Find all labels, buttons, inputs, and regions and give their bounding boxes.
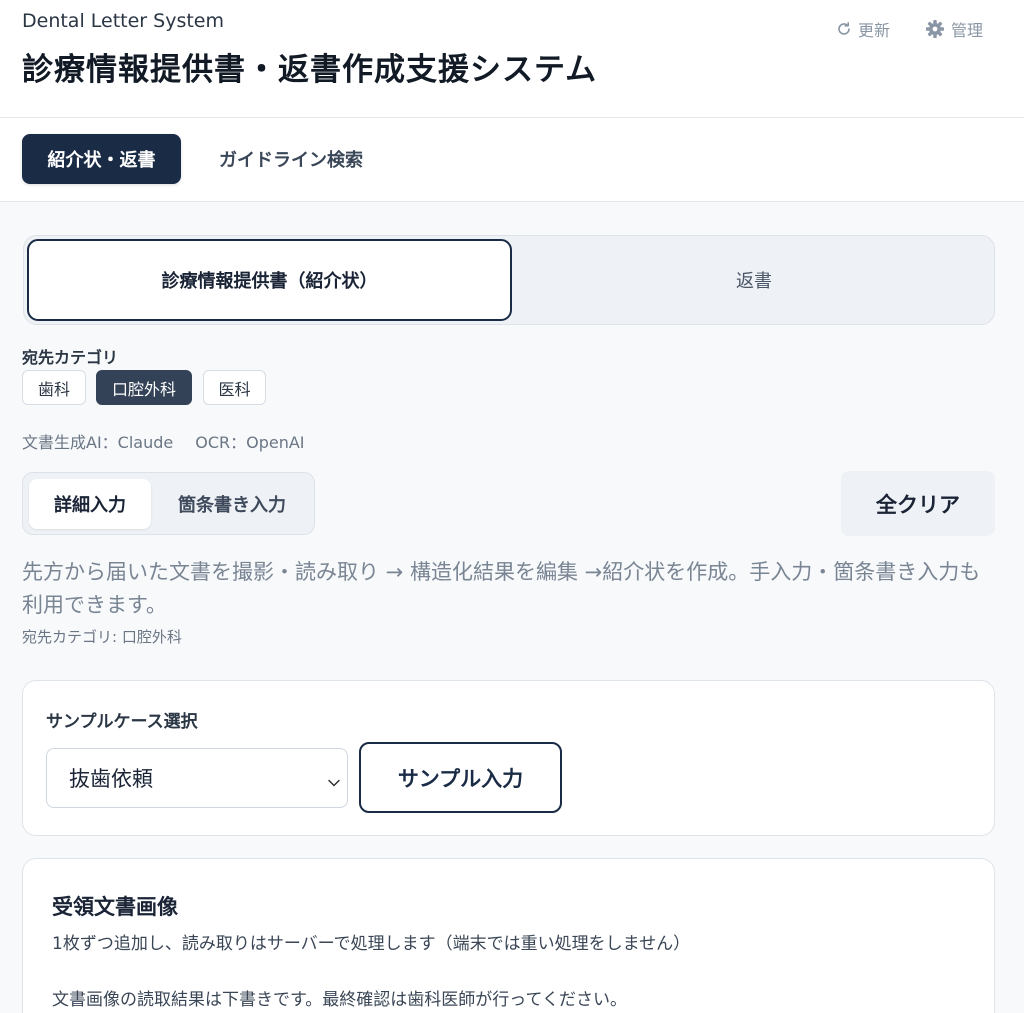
sample-case-select[interactable]: 抜歯依頼	[46, 748, 348, 808]
sample-case-value: 抜歯依頼	[69, 767, 153, 791]
received-images-title: 受領文書画像	[52, 895, 178, 919]
app-subtitle: Dental Letter System	[22, 10, 225, 32]
main-nav: 紹介状・返書 ガイドライン検索	[0, 118, 1024, 202]
gear-icon	[925, 19, 945, 39]
chevron-down-icon	[327, 771, 341, 795]
workflow-description: 先方から届いた文書を撮影・読み取り → 構造化結果を編集 →紹介状を作成。手入力…	[22, 560, 981, 617]
mode-bullets[interactable]: 箇条書き入力	[157, 479, 307, 529]
mode-detailed[interactable]: 詳細入力	[29, 479, 151, 529]
chip-medical[interactable]: 医科	[203, 370, 266, 405]
sample-case-card: サンプルケース選択 抜歯依頼 サンプル入力	[22, 680, 995, 836]
destination-category-label: 宛先カテゴリ	[22, 348, 119, 367]
document-type-toggle: 診療情報提供書（紹介状） 返書	[23, 235, 995, 325]
doc-type-reply[interactable]: 返書	[514, 239, 994, 321]
clear-all-button[interactable]: 全クリア	[841, 471, 995, 536]
doc-ai-engine: 文書生成AI：Claude	[22, 433, 174, 452]
ocr-disclaimer: 文書画像の読取結果は下書きです。最終確認は歯科医師が行ってください。	[52, 990, 627, 1010]
refresh-button[interactable]: 更新	[836, 16, 890, 42]
engine-info: 文書生成AI：Claude OCR：OpenAI	[22, 429, 305, 453]
tab-letters[interactable]: 紹介状・返書	[22, 134, 181, 184]
refresh-label: 更新	[858, 21, 891, 40]
received-images-note: 1枚ずつ追加し、読み取りはサーバーで処理します（端末では重い処理をしません）	[52, 934, 691, 954]
input-mode-toggle: 詳細入力 箇条書き入力	[22, 472, 315, 535]
chip-oral-surgery[interactable]: 口腔外科	[96, 370, 192, 405]
page-title: 診療情報提供書・返書作成支援システム	[22, 52, 598, 88]
admin-button[interactable]: 管理	[925, 16, 983, 42]
tab-guideline-search[interactable]: ガイドライン検索	[196, 134, 386, 184]
doc-type-referral[interactable]: 診療情報提供書（紹介状）	[27, 239, 512, 321]
chip-dental[interactable]: 歯科	[22, 370, 86, 405]
refresh-icon	[836, 21, 852, 37]
ocr-engine: OCR：OpenAI	[195, 433, 305, 452]
sample-case-label: サンプルケース選択	[46, 712, 198, 732]
current-category-note: 宛先カテゴリ: 口腔外科	[22, 628, 182, 646]
app-header: Dental Letter System 診療情報提供書・返書作成支援システム …	[0, 0, 1024, 118]
admin-label: 管理	[951, 21, 984, 40]
sample-input-button[interactable]: サンプル入力	[359, 742, 562, 813]
received-images-card: 受領文書画像 1枚ずつ追加し、読み取りはサーバーで処理します（端末では重い処理を…	[22, 858, 995, 1013]
